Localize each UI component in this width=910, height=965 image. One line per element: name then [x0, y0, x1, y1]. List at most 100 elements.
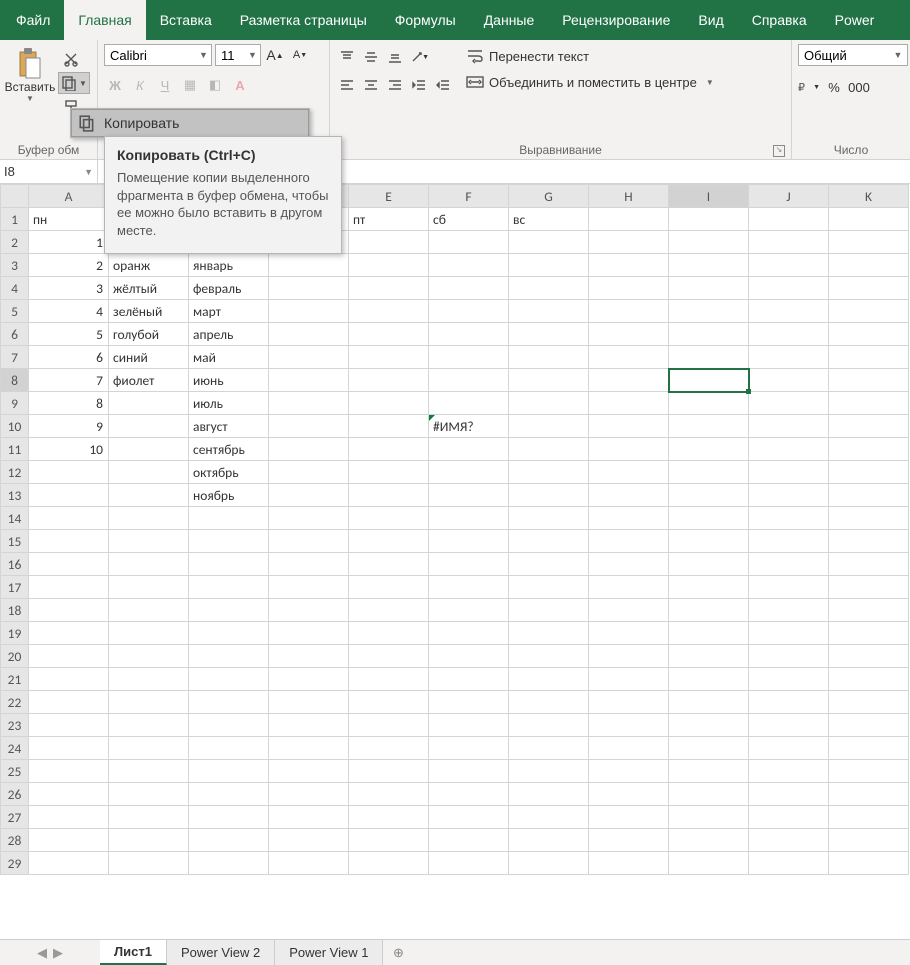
cell[interactable]: [429, 530, 509, 553]
cell[interactable]: [29, 852, 109, 875]
cell[interactable]: [509, 645, 589, 668]
cell[interactable]: [429, 461, 509, 484]
row-header[interactable]: 26: [1, 783, 29, 806]
cell[interactable]: 4: [29, 300, 109, 323]
cell[interactable]: [509, 553, 589, 576]
cell[interactable]: [29, 714, 109, 737]
bold-button[interactable]: Ж: [104, 74, 126, 96]
cell[interactable]: [349, 277, 429, 300]
cell[interactable]: [749, 369, 829, 392]
cell[interactable]: [189, 806, 269, 829]
font-name-input[interactable]: [110, 46, 196, 64]
cell[interactable]: [349, 553, 429, 576]
cell[interactable]: [829, 760, 909, 783]
cell[interactable]: [29, 553, 109, 576]
cell[interactable]: [749, 231, 829, 254]
row-header[interactable]: 21: [1, 668, 29, 691]
cell[interactable]: [669, 507, 749, 530]
cell[interactable]: [749, 576, 829, 599]
align-center-button[interactable]: [360, 74, 382, 96]
cell[interactable]: вс: [509, 208, 589, 231]
cell[interactable]: [749, 737, 829, 760]
cell[interactable]: [589, 783, 669, 806]
row-header[interactable]: 19: [1, 622, 29, 645]
cell[interactable]: жёлтый: [109, 277, 189, 300]
cell[interactable]: [829, 484, 909, 507]
cell[interactable]: [749, 622, 829, 645]
cell[interactable]: [349, 461, 429, 484]
cell[interactable]: [749, 530, 829, 553]
underline-button[interactable]: Ч: [154, 74, 176, 96]
cell[interactable]: [669, 438, 749, 461]
cell[interactable]: [829, 323, 909, 346]
cell[interactable]: [349, 714, 429, 737]
cell[interactable]: [29, 760, 109, 783]
cell[interactable]: [509, 323, 589, 346]
cell[interactable]: [669, 599, 749, 622]
cell[interactable]: 8: [29, 392, 109, 415]
cell[interactable]: [669, 783, 749, 806]
cell[interactable]: [509, 507, 589, 530]
cell[interactable]: [669, 576, 749, 599]
cell[interactable]: [669, 760, 749, 783]
cell[interactable]: [189, 714, 269, 737]
cell[interactable]: [829, 415, 909, 438]
sheet-tab[interactable]: Лист1: [100, 940, 167, 965]
cell[interactable]: [429, 300, 509, 323]
cell[interactable]: [829, 277, 909, 300]
add-sheet-button[interactable]: ⊕: [383, 940, 413, 965]
cell[interactable]: [749, 553, 829, 576]
cell[interactable]: [829, 622, 909, 645]
row-header[interactable]: 1: [1, 208, 29, 231]
sheet-nav-prev-icon[interactable]: ◀: [37, 945, 47, 961]
cell[interactable]: [29, 806, 109, 829]
column-header[interactable]: A: [29, 185, 109, 208]
cell[interactable]: [829, 346, 909, 369]
cell[interactable]: [749, 415, 829, 438]
cell[interactable]: [189, 530, 269, 553]
increase-indent-button[interactable]: [432, 74, 454, 96]
sheet-nav[interactable]: ◀ ▶: [0, 940, 100, 965]
cell[interactable]: [29, 599, 109, 622]
cell[interactable]: [749, 277, 829, 300]
cell[interactable]: [189, 507, 269, 530]
cell[interactable]: 7: [29, 369, 109, 392]
cell[interactable]: [589, 691, 669, 714]
cell[interactable]: [109, 530, 189, 553]
increase-font-button[interactable]: A▲: [264, 44, 286, 66]
cell[interactable]: [749, 346, 829, 369]
cell[interactable]: [269, 576, 349, 599]
cell[interactable]: [509, 760, 589, 783]
cell[interactable]: [109, 760, 189, 783]
cell[interactable]: [589, 277, 669, 300]
cell[interactable]: [589, 530, 669, 553]
cell[interactable]: [109, 737, 189, 760]
cell[interactable]: [829, 829, 909, 852]
accounting-format-button[interactable]: ₽▼: [798, 76, 820, 98]
cell[interactable]: [829, 691, 909, 714]
cell[interactable]: [109, 599, 189, 622]
cell[interactable]: [429, 806, 509, 829]
cell[interactable]: [429, 346, 509, 369]
number-format-input[interactable]: [804, 46, 890, 64]
cell[interactable]: [349, 668, 429, 691]
cell[interactable]: [589, 599, 669, 622]
cell[interactable]: [189, 760, 269, 783]
cell[interactable]: [109, 553, 189, 576]
tab-review[interactable]: Рецензирование: [548, 0, 684, 40]
cell[interactable]: [349, 737, 429, 760]
row-header[interactable]: 24: [1, 737, 29, 760]
cell[interactable]: [429, 691, 509, 714]
cell[interactable]: [589, 438, 669, 461]
cell[interactable]: [109, 714, 189, 737]
cell[interactable]: 2: [29, 254, 109, 277]
font-color-button[interactable]: A: [229, 74, 251, 96]
tab-view[interactable]: Вид: [684, 0, 737, 40]
cell[interactable]: [589, 300, 669, 323]
column-header[interactable]: F: [429, 185, 509, 208]
cell[interactable]: [269, 645, 349, 668]
row-header[interactable]: 11: [1, 438, 29, 461]
cell[interactable]: февраль: [189, 277, 269, 300]
cell[interactable]: август: [189, 415, 269, 438]
cell[interactable]: [29, 645, 109, 668]
